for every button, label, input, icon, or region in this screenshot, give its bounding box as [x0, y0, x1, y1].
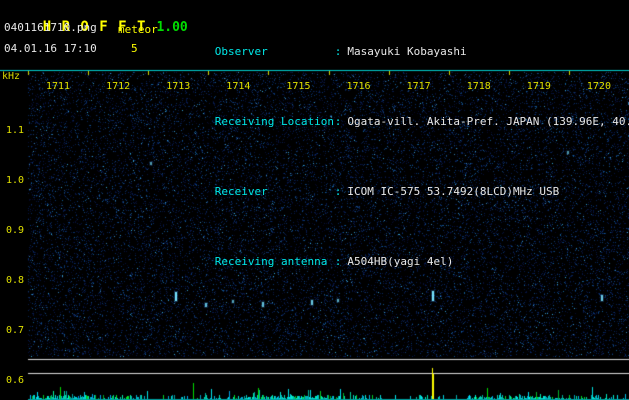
- info-value: Masayuki Kobayashi: [347, 45, 467, 58]
- time-tick-label: 1720: [586, 81, 611, 92]
- freq-tick-label: 0.9: [5, 225, 24, 236]
- info-label: Receiving Location: [214, 115, 334, 128]
- observer-info: Observer: Masayuki Kobayashi Receiving Lo…: [175, 3, 629, 311]
- info-value: Ogata-vill. Akita-Pref. JAPAN (139.96E, …: [347, 115, 629, 128]
- info-label: Observer: [214, 45, 268, 58]
- info-colon: :: [334, 185, 342, 198]
- time-tick-label: 1718: [466, 81, 491, 92]
- info-label: Receiving antenna: [214, 255, 328, 268]
- info-colon: :: [334, 115, 342, 128]
- time-tick-label: 1712: [106, 81, 131, 92]
- file-name: 0401161710.png: [4, 21, 97, 34]
- freq-tick-label: 0.8: [5, 275, 24, 286]
- hrofft-screen: H R O F F T 1.00 0401161710.png meteor 04…: [0, 0, 629, 400]
- info-colon: :: [334, 255, 342, 268]
- freq-tick-label: 1.1: [5, 125, 24, 136]
- info-value: A504HB(yagi 4el): [347, 255, 454, 268]
- info-row-receiver: Receiver: ICOM IC-575 53.7492(8LCD)MHz US…: [175, 171, 629, 213]
- time-tick-label: 1717: [406, 81, 431, 92]
- freq-tick-label: 0.7: [5, 325, 24, 336]
- info-row-antenna: Receiving antenna: A504HB(yagi 4el): [175, 241, 629, 283]
- info-label: Receiver: [214, 185, 268, 198]
- freq-unit-label: kHz: [2, 71, 21, 82]
- time-tick-label: 1719: [526, 81, 551, 92]
- info-colon: :: [334, 45, 342, 58]
- freq-tick-label: 1.0: [5, 175, 24, 186]
- time-tick-label: 1715: [286, 81, 311, 92]
- time-tick-label: 1716: [346, 81, 371, 92]
- time-tick-label: 1713: [166, 81, 191, 92]
- info-value: ICOM IC-575 53.7492(8LCD)MHz USB: [347, 185, 560, 198]
- time-tick-label: 1711: [46, 81, 71, 92]
- freq-tick-label: 0.6: [5, 375, 24, 386]
- datetime-label: 04.01.16 17:10: [4, 42, 97, 55]
- meteor-count: 5: [131, 42, 138, 55]
- time-tick-label: 1714: [226, 81, 251, 92]
- mode-label: meteor: [118, 23, 158, 36]
- info-row-location: Receiving Location: Ogata-vill. Akita-Pre…: [175, 101, 629, 143]
- info-row-observer: Observer: Masayuki Kobayashi: [175, 31, 629, 73]
